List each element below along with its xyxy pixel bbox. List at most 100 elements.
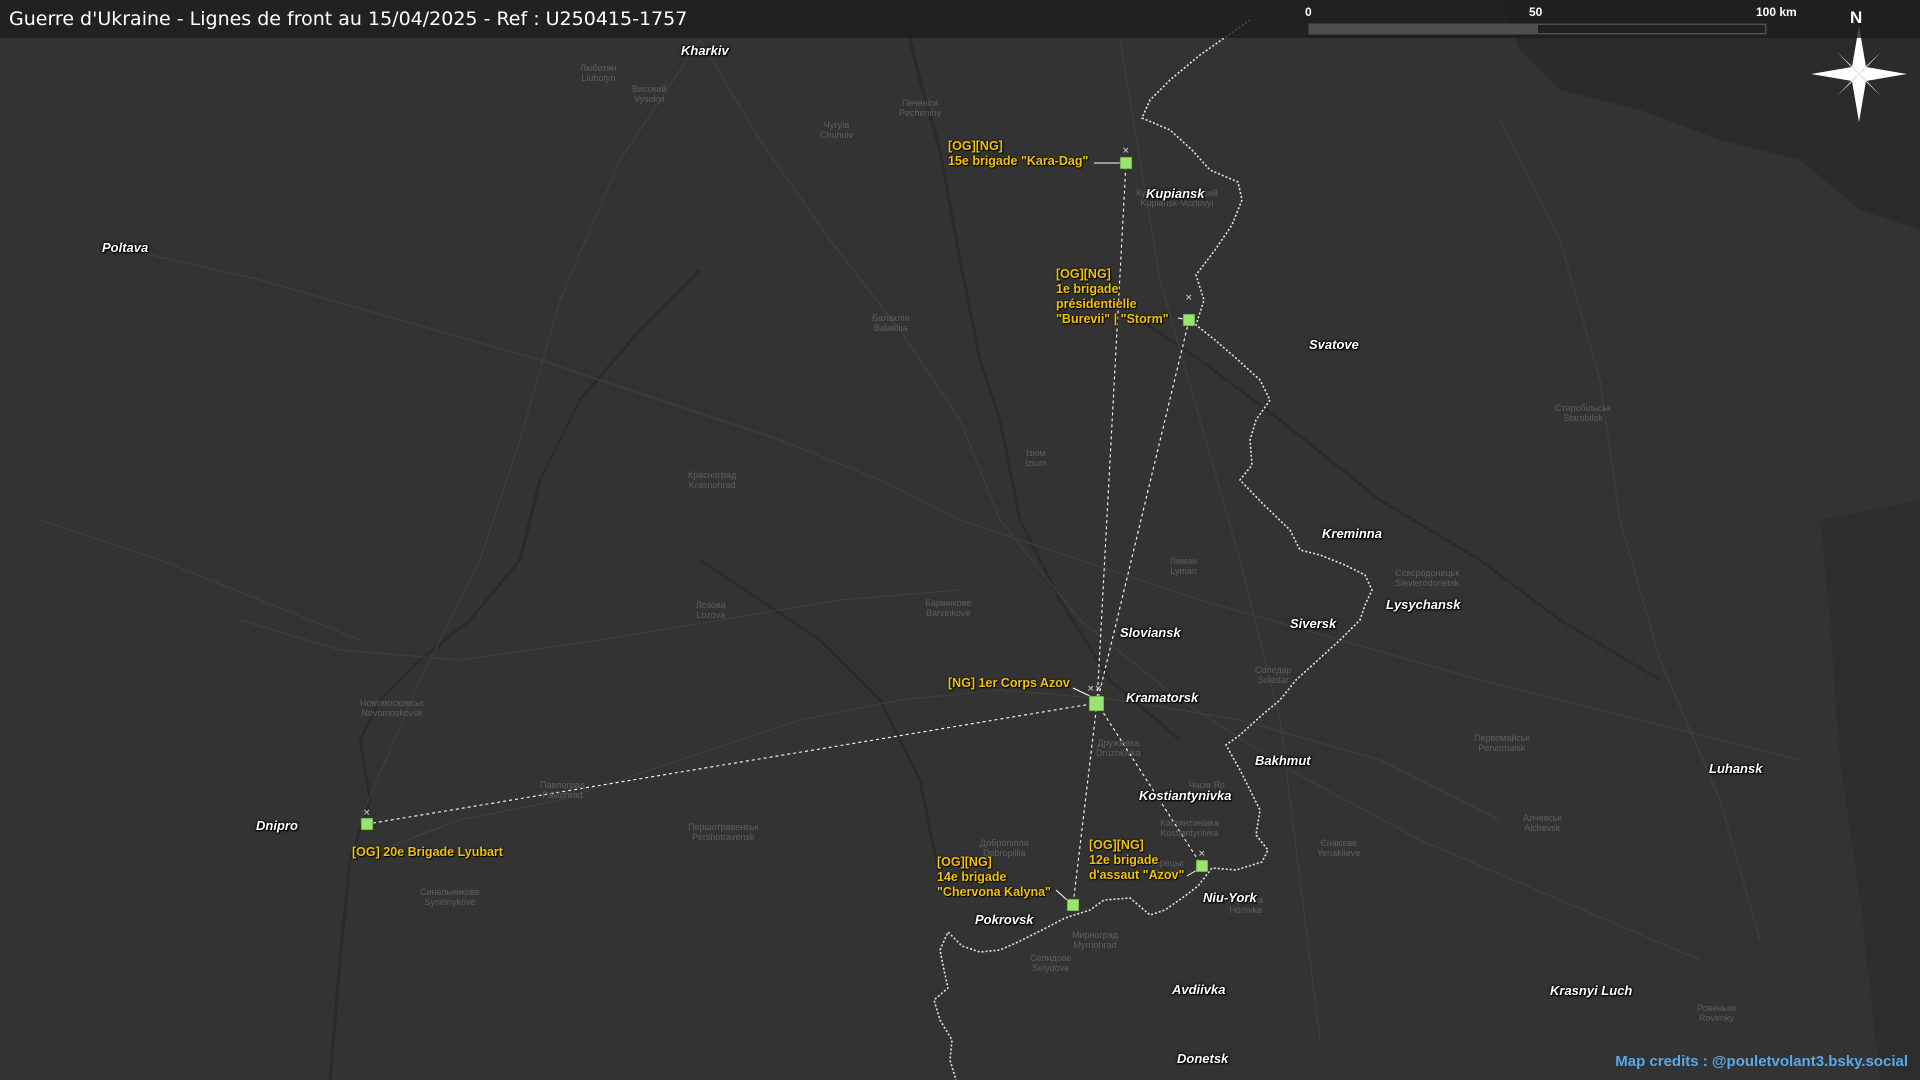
unit-label-line: "Chervona Kalyna" bbox=[937, 885, 1051, 899]
place-name-latin: Soledar bbox=[1257, 675, 1289, 685]
place-label: Алчевськ Alchevsk bbox=[1523, 813, 1562, 833]
unit-label-line: [OG][NG] bbox=[937, 855, 992, 869]
place-name-local: Дружківка bbox=[1097, 738, 1139, 748]
place-name-local: Сєвєродонецьк bbox=[1395, 568, 1460, 578]
place-name-local: Костянтинівка bbox=[1160, 818, 1219, 828]
city-label-poltava: Poltava bbox=[102, 240, 149, 255]
place-name-latin: Rovenky bbox=[1698, 1013, 1734, 1023]
place-name-latin: Pervomaisk bbox=[1478, 743, 1526, 753]
place-name-latin: Myrnohrad bbox=[1073, 940, 1117, 950]
place-name-local: Первомайськ bbox=[1474, 733, 1530, 743]
city-label-svatove: Svatove bbox=[1309, 337, 1359, 352]
svg-text:×: × bbox=[1198, 849, 1206, 859]
unit-label-line: présidentielle bbox=[1056, 297, 1137, 311]
svg-text:×: × bbox=[1122, 146, 1130, 156]
place-name-latin: Pechenihy bbox=[899, 108, 942, 118]
svg-text:×: × bbox=[1185, 293, 1193, 303]
place-name-local: Лиман bbox=[1170, 556, 1198, 566]
place-name-latin: Krasnohrad bbox=[688, 480, 736, 490]
city-label-lysychansk: Lysychansk bbox=[1386, 597, 1461, 612]
unit-label-line: 14e brigade bbox=[937, 870, 1007, 884]
place-name-local: Павлоград bbox=[540, 780, 585, 790]
place-name-latin: Balakliia bbox=[873, 323, 908, 333]
place-label: Мирноград Myrnohrad bbox=[1072, 930, 1118, 950]
map-credits[interactable]: Map credits : @pouletvolant3.bsky.social bbox=[1615, 1053, 1908, 1070]
place-name-local: Ровеньки bbox=[1697, 1003, 1736, 1013]
city-label-kostiantynivka: Kostiantynivka bbox=[1139, 788, 1232, 803]
place-name-latin: Alchevsk bbox=[1524, 823, 1561, 833]
place-label: Печеніги Pechenihy bbox=[899, 98, 941, 118]
place-label: Новомосковськ Novomoskovsk bbox=[360, 698, 424, 718]
place-label: Сєвєродонецьк Sievierodonetsk bbox=[1395, 568, 1459, 588]
city-label-kupiansk: Kupiansk bbox=[1146, 186, 1205, 201]
place-name-local: Соледар bbox=[1255, 665, 1292, 675]
city-label-pokrovsk: Pokrovsk bbox=[975, 912, 1034, 927]
place-name-local: Барвінкове bbox=[925, 598, 972, 608]
unit-label-azov-corps[interactable]: [NG] 1er Corps Azov bbox=[948, 676, 1070, 691]
place-label: Костянтинівка Kostiantynivka bbox=[1160, 818, 1219, 838]
place-label: Балаклія Balakliia bbox=[872, 313, 909, 333]
city-label-luhansk: Luhansk bbox=[1709, 761, 1763, 776]
place-name-local: Єнакієве bbox=[1320, 838, 1357, 848]
city-label-sloviansk: Sloviansk bbox=[1120, 625, 1181, 640]
unit-label-line: "Burevii" | "Storm" bbox=[1056, 312, 1169, 326]
place-name-local: Алчевськ bbox=[1523, 813, 1562, 823]
unit-marker-kara-dag[interactable] bbox=[1119, 156, 1133, 170]
place-label: Ізюм Izium bbox=[1025, 448, 1047, 468]
city-label-kramatorsk: Kramatorsk bbox=[1126, 690, 1199, 705]
unit-marker-chervona-kalyna[interactable] bbox=[1066, 898, 1080, 912]
city-label-donetsk: Donetsk bbox=[1177, 1051, 1229, 1066]
place-label: Лозова Lozova bbox=[696, 600, 726, 620]
place-name-local: Лозова bbox=[696, 600, 726, 610]
unit-marker-burevii[interactable] bbox=[1182, 313, 1196, 327]
place-name-local: Селидове bbox=[1030, 953, 1072, 963]
title-bar: Guerre d'Ukraine - Lignes de front au 15… bbox=[0, 0, 1920, 38]
place-name-local: Мирноград bbox=[1072, 930, 1119, 940]
unit-label-line: [OG][NG] bbox=[948, 139, 1003, 153]
place-label: Ровеньки Rovenky bbox=[1697, 1003, 1736, 1023]
place-name-local: Синельникове bbox=[420, 887, 480, 897]
place-name-local: Старобільськ bbox=[1555, 403, 1611, 413]
place-label: Павлоград Pavlohrad bbox=[540, 780, 585, 800]
unit-label-chervona-kalyna[interactable]: [OG][NG] 14e brigade "Chervona Kalyna" bbox=[937, 855, 1051, 900]
city-label-avdiivka: Avdiivka bbox=[1172, 982, 1226, 997]
place-name-latin: Lyman bbox=[1170, 566, 1197, 576]
unit-label-burevii[interactable]: [OG][NG] 1e brigade présidentielle "Bure… bbox=[1056, 267, 1169, 327]
place-name-latin: Liubotyn bbox=[581, 73, 616, 83]
place-name-local: Красноград bbox=[688, 470, 737, 480]
unit-label-kara-dag[interactable]: [OG][NG] 15e brigade "Kara-Dag" bbox=[948, 139, 1088, 169]
unit-label-azov-12[interactable]: [OG][NG] 12e brigade d'assaut "Azov" bbox=[1089, 838, 1184, 883]
place-name-latin: Izium bbox=[1025, 458, 1047, 468]
svg-text:×: × bbox=[363, 808, 371, 818]
unit-marker-azov-12[interactable] bbox=[1195, 859, 1209, 873]
place-name-local: Балаклія bbox=[872, 313, 910, 323]
place-name-latin: Yenakiieve bbox=[1317, 848, 1361, 858]
unit-marker-azov-corps[interactable] bbox=[1088, 695, 1105, 712]
unit-marker-lyubart[interactable] bbox=[360, 817, 374, 831]
place-name-latin: Druzhkivka bbox=[1096, 748, 1141, 758]
place-name-local: Першотравенськ bbox=[688, 822, 759, 832]
place-name-local: Високий bbox=[632, 84, 667, 94]
place-label: Єнакієве Yenakiieve bbox=[1317, 838, 1360, 858]
unit-label-line: [OG][NG] bbox=[1056, 267, 1111, 281]
place-name-local: Чугуїв bbox=[823, 120, 850, 130]
place-name-latin: Pershotravensk bbox=[691, 832, 755, 842]
unit-label-line: d'assaut "Azov" bbox=[1089, 868, 1185, 882]
city-label-kreminna: Kreminna bbox=[1322, 526, 1382, 541]
unit-label-line: [OG] 20e Brigade Lyubart bbox=[352, 845, 503, 859]
place-name-latin: Sievierodonetsk bbox=[1395, 578, 1460, 588]
place-name-latin: Pavlohrad bbox=[542, 790, 583, 800]
unit-label-lyubart[interactable]: [OG] 20e Brigade Lyubart bbox=[352, 845, 503, 860]
scale-label-50: 50 bbox=[1529, 5, 1543, 19]
unit-label-line: [NG] 1er Corps Azov bbox=[948, 676, 1070, 690]
place-name-local: Добропілля bbox=[980, 838, 1029, 848]
place-label: Люботин Liubotyn bbox=[580, 63, 617, 83]
unit-label-line: 15e brigade "Kara-Dag" bbox=[948, 154, 1089, 168]
scale-label-0: 0 bbox=[1305, 5, 1312, 19]
city-label-bakhmut: Bakhmut bbox=[1255, 753, 1311, 768]
place-name-local: Новомосковськ bbox=[360, 698, 424, 708]
place-label: Лиман Lyman bbox=[1170, 556, 1197, 576]
north-label: N bbox=[1850, 8, 1863, 27]
place-name-latin: Vysokyi bbox=[633, 94, 665, 104]
place-name-latin: Barvinkove bbox=[925, 608, 971, 618]
